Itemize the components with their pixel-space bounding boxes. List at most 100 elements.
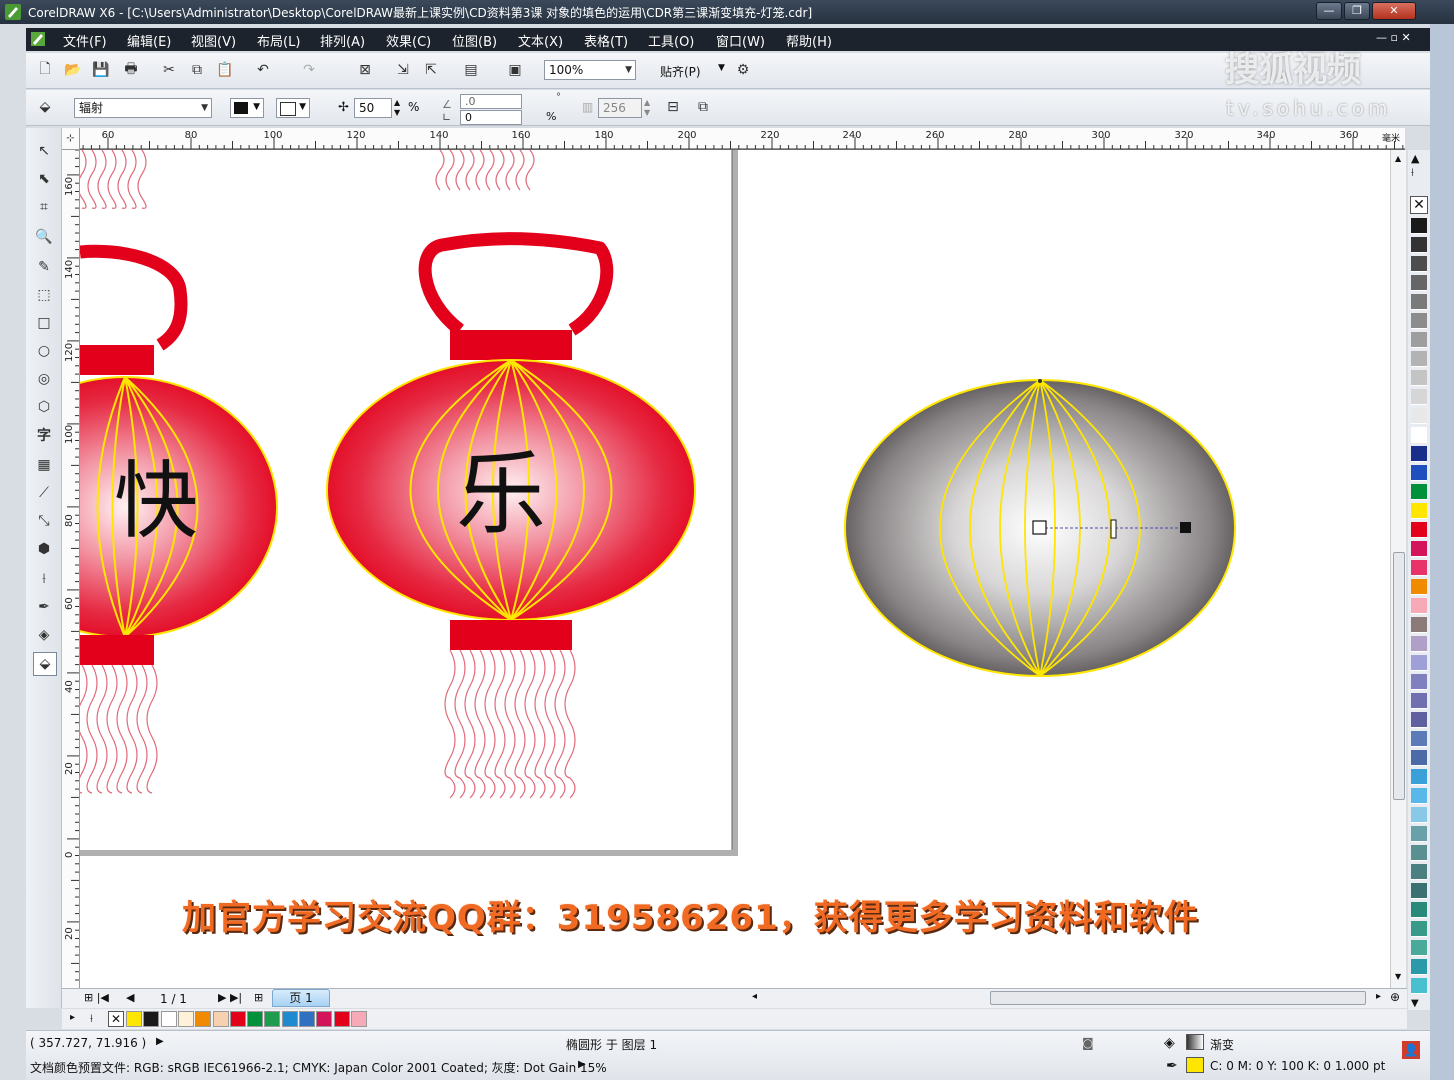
minimize-button[interactable]: — [1316, 2, 1342, 20]
zoom-tool-icon[interactable]: 🔍 [33, 226, 55, 248]
table-tool-icon[interactable]: ▦ [33, 454, 55, 476]
document-palette-swatch[interactable] [195, 1011, 212, 1027]
selected-ellipse[interactable] [844, 379, 1236, 677]
document-palette-swatch[interactable] [247, 1011, 264, 1027]
document-palette-swatch[interactable] [229, 1011, 246, 1027]
palette-swatch[interactable] [1411, 807, 1427, 823]
menu-arrange[interactable]: 排列(A) [320, 31, 365, 50]
palette-swatch[interactable] [1411, 408, 1427, 424]
edge-pad-input[interactable]: 0 [460, 110, 522, 125]
palette-swatch[interactable] [1411, 332, 1427, 348]
palette-swatch[interactable] [1411, 579, 1427, 595]
menu-layout[interactable]: 布局(L) [257, 31, 300, 50]
import-icon[interactable]: ⇲ [394, 61, 412, 79]
palette-scroll-up-icon[interactable]: ▲ [1411, 152, 1419, 165]
palette-swatch[interactable] [1411, 959, 1427, 975]
menu-text[interactable]: 文本(X) [518, 31, 563, 50]
scroll-left-icon[interactable]: ◂ [752, 991, 757, 1002]
new-document-icon[interactable]: 🗋 [36, 61, 54, 79]
palette-swatch[interactable] [1411, 769, 1427, 785]
palette-scroll-down-icon[interactable]: ▼ [1411, 998, 1419, 1009]
connector-tool-icon[interactable]: ⤡ [33, 510, 55, 532]
menu-edit[interactable]: 编辑(E) [127, 31, 171, 50]
prev-page-icon[interactable]: ◀ [126, 991, 134, 1004]
document-palette-swatch[interactable] [212, 1011, 229, 1027]
add-page-icon[interactable]: ⊞ [254, 991, 263, 1004]
palette-swatch[interactable] [1411, 389, 1427, 405]
rectangle-tool-icon[interactable]: □ [33, 312, 55, 334]
midpoint-spinner[interactable]: ▲ ▼ [394, 98, 400, 118]
palette-swatch[interactable] [1411, 712, 1427, 728]
document-palette-swatch[interactable] [316, 1011, 333, 1027]
palette-swatch[interactable] [1411, 313, 1427, 329]
application-launcher-icon[interactable]: ▣ [506, 61, 524, 79]
outline-pen-tool-icon[interactable]: ✒ [33, 596, 55, 618]
palette-swatch[interactable] [1411, 237, 1427, 253]
palette-menu-icon[interactable]: ▸ [70, 1012, 75, 1023]
vertical-scroll-thumb[interactable] [1393, 552, 1405, 800]
menu-table[interactable]: 表格(T) [584, 31, 628, 50]
vertical-scrollbar[interactable]: ▲ ▼ [1390, 150, 1406, 988]
node-handle[interactable] [1038, 379, 1042, 383]
palette-swatch[interactable] [1411, 902, 1427, 918]
palette-swatch[interactable] [1411, 883, 1427, 899]
gradient-start-handle[interactable] [1032, 520, 1047, 535]
palette-swatch[interactable] [1411, 446, 1427, 462]
drawing-canvas[interactable]: 快 乐 [80, 150, 1390, 988]
palette-swatch[interactable] [1411, 256, 1427, 272]
menu-tools[interactable]: 工具(O) [648, 31, 694, 50]
navigator-zoom-icon[interactable]: ⊕ [1390, 990, 1400, 1004]
fill-type-select[interactable]: 辐射 ▼ [74, 98, 212, 118]
palette-swatch[interactable] [1411, 788, 1427, 804]
text-tool-icon[interactable]: 字 [33, 424, 55, 446]
palette-swatch[interactable] [1411, 294, 1427, 310]
document-palette-swatch[interactable] [299, 1011, 315, 1027]
mdi-controls[interactable]: — ▫ ✕ [1376, 31, 1411, 44]
dimension-tool-icon[interactable]: ⟋ [33, 482, 55, 504]
scroll-down-icon[interactable]: ▼ [1395, 972, 1401, 981]
publish-pdf-icon[interactable]: ▤ [462, 61, 480, 79]
extrude-tool-icon[interactable]: ⬢ [33, 538, 55, 560]
fill-swatch[interactable] [1186, 1034, 1204, 1050]
snap-chevron-down-icon[interactable]: ▼ [718, 63, 725, 73]
redo-icon[interactable]: ↷ [300, 61, 318, 79]
palette-swatch[interactable] [1411, 560, 1427, 576]
palette-swatch[interactable] [1411, 465, 1427, 481]
eyedropper-tool-icon[interactable]: ⟊ [33, 568, 55, 590]
palette-swatch[interactable] [1411, 541, 1427, 557]
open-folder-icon[interactable]: 📂 [64, 61, 82, 79]
steps-input[interactable]: 256 [598, 98, 642, 118]
save-icon[interactable]: 💾 [92, 61, 110, 79]
palette-swatch[interactable] [1411, 351, 1427, 367]
close-button[interactable]: ✕ [1372, 2, 1416, 20]
document-palette-swatch[interactable] [160, 1011, 177, 1027]
search-content-icon[interactable]: ⊠ [356, 61, 374, 79]
freehand-tool-icon[interactable]: ✎ [33, 256, 55, 278]
palette-swatch[interactable] [1411, 864, 1427, 880]
menu-file[interactable]: 文件(F) [63, 31, 107, 50]
copy-fill-properties-icon[interactable]: ⧉ [694, 98, 712, 116]
bottom-no-color-swatch[interactable]: ✕ [108, 1011, 124, 1027]
ruler-origin-icon[interactable]: ⊹ [62, 128, 80, 150]
palette-swatch[interactable] [1411, 503, 1427, 519]
palette-swatch[interactable] [1411, 218, 1427, 234]
user-account-icon[interactable]: 👤 [1402, 1041, 1420, 1059]
export-icon[interactable]: ⇱ [422, 61, 440, 79]
outline-swatch[interactable] [1186, 1057, 1204, 1073]
document-palette-swatch[interactable] [281, 1011, 298, 1027]
steps-spinner[interactable]: ▲ ▼ [644, 98, 650, 118]
coords-expand-icon[interactable]: ▶ [156, 1036, 164, 1047]
zoom-level-select[interactable]: 100% ▼ [544, 60, 636, 80]
eyedropper-icon[interactable]: ⟊ [1411, 166, 1414, 180]
paste-icon[interactable]: 📋 [216, 61, 234, 79]
print-icon[interactable]: 🖶 [122, 61, 140, 79]
no-color-swatch[interactable]: ✕ [1410, 196, 1428, 214]
palette-swatch[interactable] [1411, 522, 1427, 538]
maximize-button[interactable]: ❐ [1344, 2, 1370, 20]
palette-eyedropper-icon[interactable]: ⟊ [90, 1012, 93, 1026]
horizontal-ruler[interactable]: 60 80 100 120 140 160 180 200 220 240 26… [80, 128, 1405, 150]
palette-swatch[interactable] [1411, 731, 1427, 747]
midpoint-input[interactable]: 50 [354, 98, 392, 118]
menu-view[interactable]: 视图(V) [191, 31, 236, 50]
start-color-picker[interactable]: ▼ [230, 98, 264, 118]
